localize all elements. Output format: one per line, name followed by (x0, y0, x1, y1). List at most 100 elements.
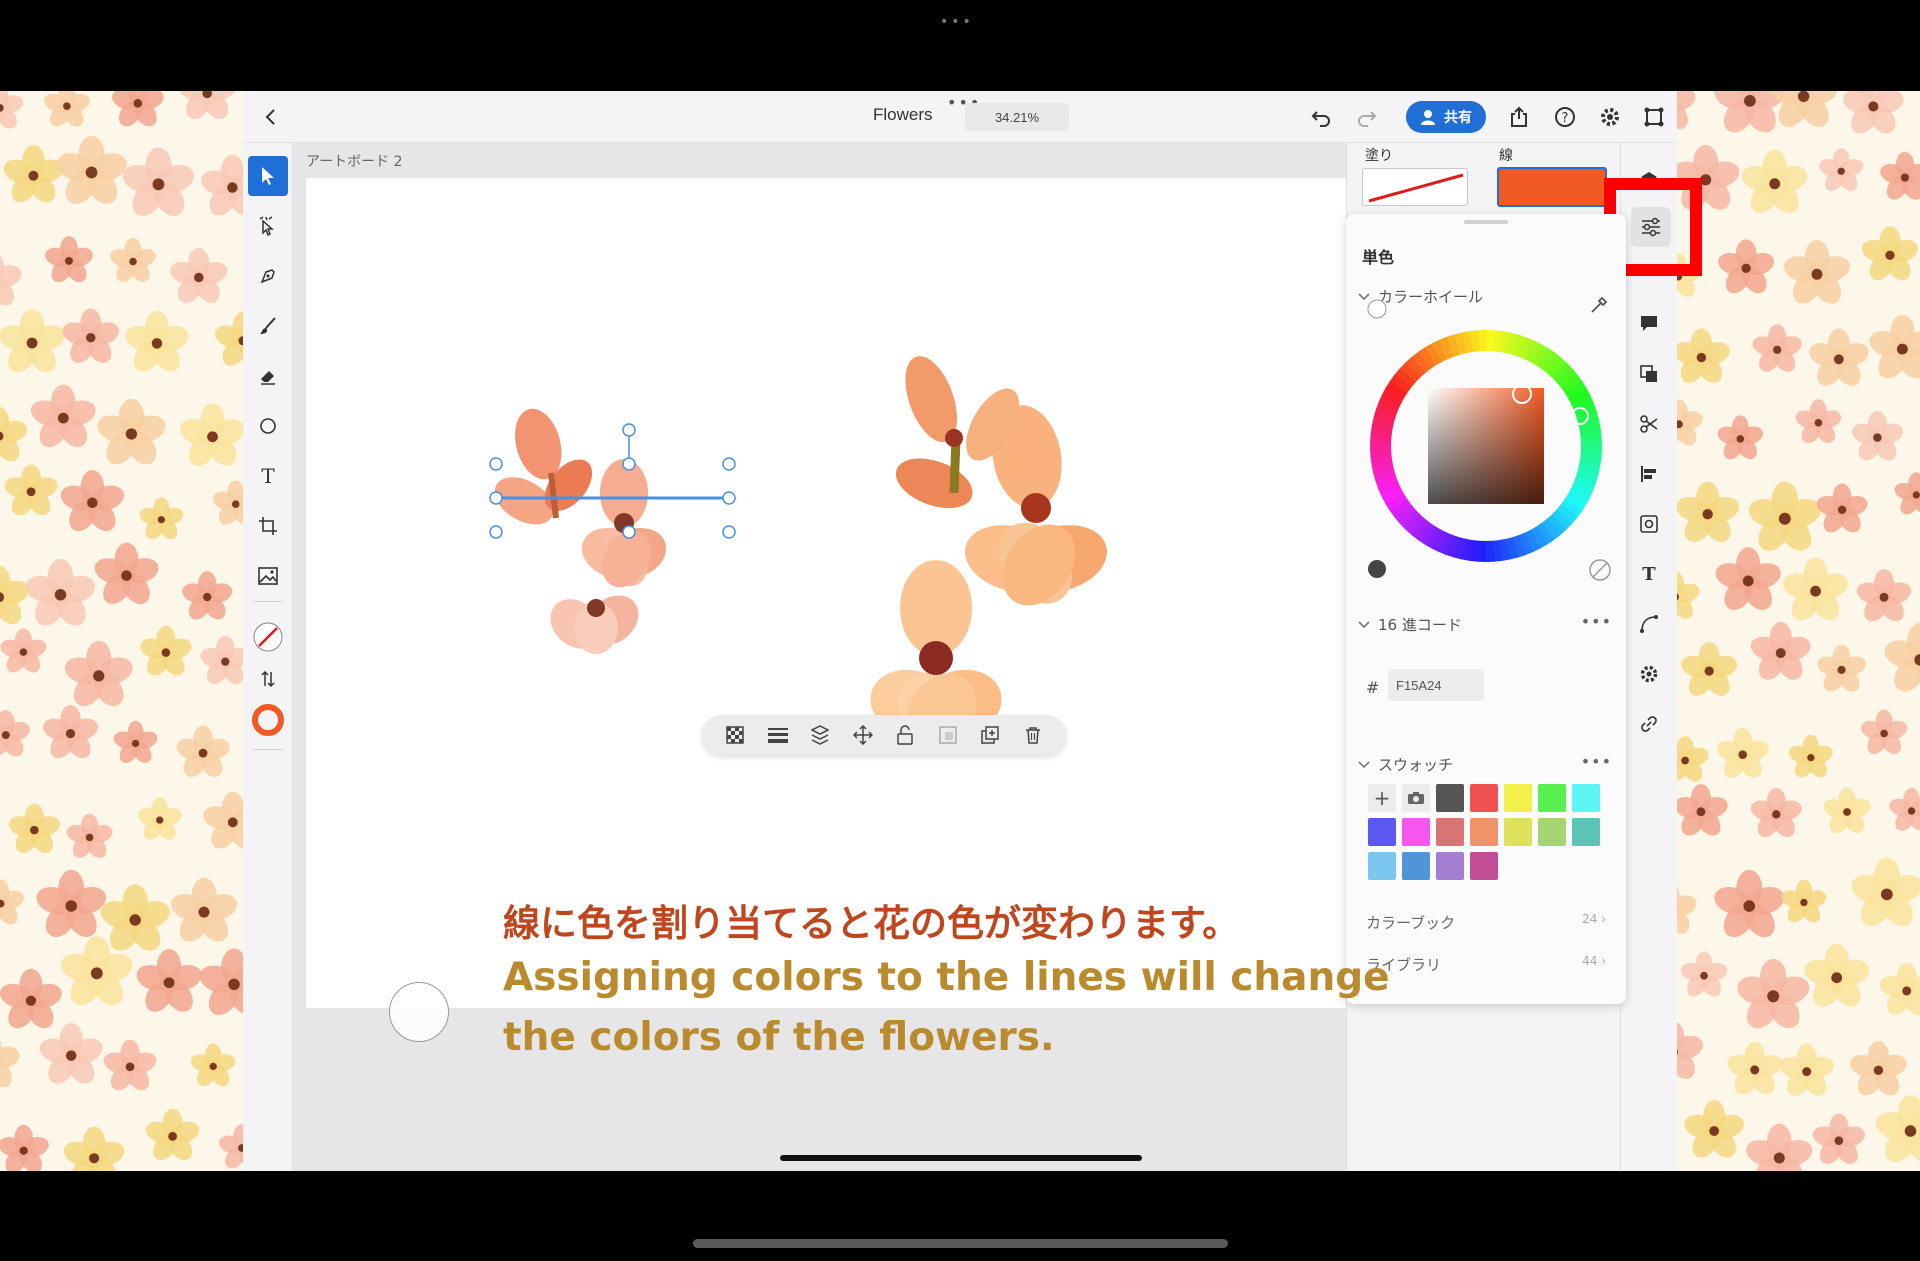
share-button[interactable]: 共有 (1406, 101, 1486, 133)
help-icon[interactable]: ? (1547, 99, 1583, 135)
move-icon[interactable] (849, 721, 877, 749)
color-swatch[interactable] (1436, 818, 1464, 846)
color-swatch[interactable] (1368, 852, 1396, 880)
select-tool-icon[interactable] (248, 156, 288, 196)
flower-group[interactable] (861, 349, 1115, 765)
link-icon[interactable] (1634, 709, 1664, 739)
artboard[interactable] (306, 178, 1346, 1008)
fill-label: 塗り (1365, 148, 1393, 164)
color-swatch[interactable] (1470, 784, 1498, 812)
swatches-label: スウォッチ (1378, 756, 1454, 774)
color-book-label: カラーブック (1366, 914, 1456, 932)
brush-tool-icon[interactable] (248, 306, 288, 346)
left-toolbar: T (243, 143, 293, 1171)
black-dot-icon[interactable] (1366, 558, 1388, 580)
color-wheel[interactable] (1370, 330, 1602, 562)
library-row[interactable]: ライブラリ 44 › (1366, 954, 1606, 975)
swap-fill-stroke-icon[interactable] (248, 659, 288, 699)
color-swatch[interactable] (1504, 784, 1532, 812)
align-icon[interactable] (1634, 459, 1664, 489)
document-title[interactable]: Flowers (873, 105, 933, 125)
artboard-label[interactable]: アートボード 2 (306, 151, 403, 171)
color-swatch[interactable] (1470, 818, 1498, 846)
color-swatch[interactable] (1504, 818, 1532, 846)
color-swatch[interactable] (1470, 852, 1498, 880)
eyedropper-icon[interactable] (1588, 294, 1610, 316)
fill-swatch[interactable] (1362, 168, 1468, 206)
direct-select-tool-icon[interactable] (248, 206, 288, 246)
hex-input[interactable]: F15A24 (1388, 669, 1484, 701)
eraser-tool-icon[interactable] (248, 356, 288, 396)
caption-english-line2: the colors of the flowers. (503, 1015, 1055, 1060)
plugins-gear-icon[interactable] (1634, 659, 1664, 689)
caption-japanese: 線に色を割り当てると花の色が変わります。 (503, 902, 1240, 945)
fill-none-icon[interactable] (248, 617, 288, 657)
arrange-icon[interactable] (806, 721, 834, 749)
color-swatch[interactable] (1402, 852, 1430, 880)
back-chevron-icon[interactable] (253, 99, 289, 135)
color-swatch[interactable] (1538, 818, 1566, 846)
color-swatch[interactable] (1436, 784, 1464, 812)
context-toolbar (702, 715, 1066, 755)
crop-tool-icon[interactable] (248, 506, 288, 546)
no-color-icon[interactable] (1588, 558, 1612, 582)
library-count: 44 (1582, 954, 1598, 968)
path-icon[interactable] (1634, 609, 1664, 639)
multitask-dots-icon[interactable]: ••• (940, 14, 974, 30)
stroke-color-icon[interactable] (248, 700, 288, 740)
add-swatch-icon[interactable]: + (1368, 784, 1396, 812)
transparency-icon[interactable] (721, 721, 749, 749)
scissors-icon[interactable] (1634, 409, 1664, 439)
export-icon[interactable] (1501, 99, 1537, 135)
hex-more-icon[interactable]: ••• (1581, 612, 1612, 631)
right-icon-rail: T (1620, 143, 1677, 1171)
ellipse-tool-icon[interactable] (248, 406, 288, 446)
system-home-bar[interactable] (693, 1239, 1228, 1248)
white-dot-icon[interactable] (1366, 298, 1388, 320)
home-indicator[interactable] (780, 1155, 1142, 1161)
mask-icon[interactable] (934, 721, 962, 749)
color-swatch[interactable] (1368, 818, 1396, 846)
hex-section-header[interactable]: 16 進コード (1358, 614, 1462, 635)
screen: ••• ••• Flowers 34.21% 共有 ? T アートボード 2 塗… (0, 0, 1920, 1261)
hex-section-label: 16 進コード (1378, 616, 1462, 634)
settings-icon[interactable] (1592, 99, 1628, 135)
zoom-level[interactable]: 34.21% (965, 103, 1069, 131)
hex-hash: # (1366, 678, 1380, 697)
selected-flower-group[interactable] (486, 404, 736, 659)
stroke-label: 線 (1499, 148, 1513, 164)
stroke-weight-icon[interactable] (764, 721, 792, 749)
pen-tool-icon[interactable] (248, 256, 288, 296)
color-swatch[interactable] (1572, 818, 1600, 846)
undo-icon[interactable] (1303, 99, 1339, 135)
image-tool-icon[interactable] (248, 556, 288, 596)
duplicate-icon[interactable] (976, 721, 1004, 749)
color-swatch[interactable] (1402, 818, 1430, 846)
repeat-grid-icon[interactable] (1634, 509, 1664, 539)
color-swatch[interactable] (1436, 852, 1464, 880)
floral-pattern-right (1677, 91, 1920, 1171)
camera-icon[interactable] (1402, 784, 1430, 812)
touch-indicator (389, 982, 449, 1042)
toolbar-divider (253, 749, 283, 750)
color-swatch[interactable] (1538, 784, 1566, 812)
color-book-row[interactable]: カラーブック 24 › (1366, 912, 1606, 933)
comment-icon[interactable] (1634, 309, 1664, 339)
color-mode-label[interactable]: 単色 (1362, 244, 1394, 268)
boolean-icon[interactable] (1634, 359, 1664, 389)
caption-english-line1: Assigning colors to the lines will chang… (503, 955, 1390, 1000)
swatches-section-header[interactable]: スウォッチ (1358, 754, 1453, 775)
delete-icon[interactable] (1019, 721, 1047, 749)
popover-handle[interactable] (1464, 220, 1508, 224)
color-picker-popover: 単色 カラーホイール 16 進コード ••• # F15A24 スウォッチ ••… (1346, 214, 1626, 1004)
cloud-sync-icon[interactable] (1636, 99, 1672, 135)
color-swatch[interactable] (1572, 784, 1600, 812)
lock-icon[interactable] (891, 721, 919, 749)
type-icon[interactable]: T (1634, 559, 1664, 589)
swatches-more-icon[interactable]: ••• (1581, 752, 1612, 771)
floral-background-right (1677, 91, 1920, 1171)
text-tool-icon[interactable]: T (248, 456, 288, 496)
share-button-label: 共有 (1444, 110, 1472, 126)
stroke-swatch[interactable] (1497, 167, 1607, 207)
redo-icon[interactable] (1349, 99, 1385, 135)
